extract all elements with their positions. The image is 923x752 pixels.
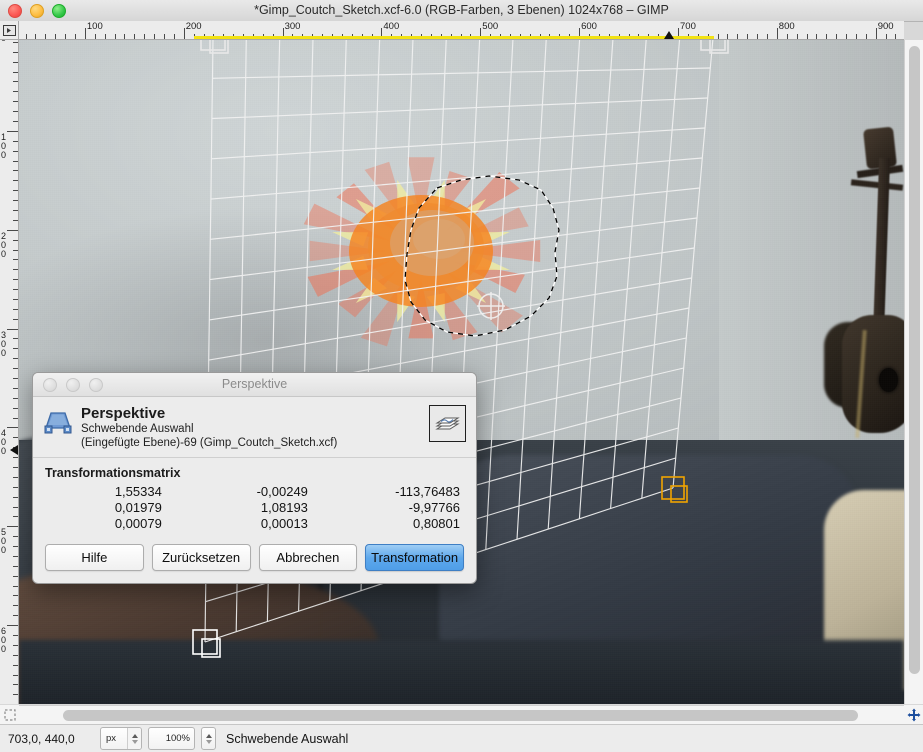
- window-controls: [8, 0, 66, 21]
- vertical-ruler[interactable]: 0100200300400500600: [0, 40, 19, 704]
- zoom-button[interactable]: [52, 3, 66, 18]
- dialog-close-button[interactable]: [43, 377, 57, 392]
- matrix-cell: 0,00079: [114, 516, 162, 531]
- close-button[interactable]: [8, 3, 22, 18]
- perspective-dialog[interactable]: Perspektive Perspektive Schwebende Auswa…: [32, 372, 477, 584]
- matrix-cell: 1,08193: [260, 500, 308, 515]
- image-canvas[interactable]: Perspektive Perspektive Schwebende Auswa…: [19, 40, 904, 704]
- ruler-menu-icon[interactable]: [0, 21, 19, 40]
- dialog-zoom-button[interactable]: [89, 377, 103, 392]
- matrix-cell: 0,80801: [413, 516, 460, 531]
- status-message: Schwebende Auswahl: [226, 731, 349, 746]
- vertical-scrollbar[interactable]: [904, 40, 923, 704]
- gimp-window: *Gimp_Coutch_Sketch.xcf-6.0 (RGB-Farben,…: [0, 0, 923, 752]
- matrix-cell: -113,76483: [395, 484, 460, 499]
- sun-sketch-layer: [303, 155, 541, 355]
- matrix-cell: -9,97766: [408, 500, 460, 515]
- horizontal-scrollbar[interactable]: [19, 705, 904, 724]
- matrix-label: Transformationsmatrix: [45, 466, 181, 480]
- unit-stepper-arrows[interactable]: [127, 728, 141, 749]
- help-button[interactable]: Hilfe: [45, 544, 144, 571]
- dialog-window-controls: [43, 377, 103, 392]
- dialog-heading: Perspektive: [81, 405, 166, 422]
- minimize-button[interactable]: [30, 3, 44, 18]
- horizontal-ruler[interactable]: 100 200 300 400 500 600 700 800 900: [19, 21, 904, 40]
- unit-value: px: [106, 733, 117, 744]
- quickmask-toggle-icon[interactable]: [0, 705, 19, 724]
- transformation-matrix: 1,55334 -0,00249 -113,76483 0,01979 1,08…: [45, 484, 464, 532]
- matrix-cell: 1,55334: [114, 484, 162, 499]
- navigate-corner-icon[interactable]: [904, 705, 923, 724]
- vertical-scrollbar-thumb[interactable]: [909, 46, 920, 674]
- dialog-header-text: Perspektive Schwebende Auswahl (Eingefüg…: [81, 405, 423, 450]
- dialog-body: Transformationsmatrix 1,55334 -0,00249 -…: [33, 458, 476, 536]
- pointer-position: 703,0, 440,0: [8, 731, 75, 746]
- cancel-button[interactable]: Abbrechen: [258, 544, 358, 571]
- matrix-row: 0,00079 0,00013 0,80801: [45, 516, 464, 532]
- window-titlebar: *Gimp_Coutch_Sketch.xcf-6.0 (RGB-Farben,…: [0, 0, 923, 22]
- matrix-cell: 0,01979: [114, 500, 162, 515]
- unit-selector[interactable]: px: [100, 727, 142, 750]
- status-bar: 703,0, 440,0 px 100% Schwebende Auswahl: [0, 724, 923, 752]
- window-title: *Gimp_Coutch_Sketch.xcf-6.0 (RGB-Farben,…: [254, 3, 669, 17]
- zoom-value: 100%: [165, 733, 190, 744]
- layers-stack-icon[interactable]: [429, 405, 466, 442]
- zoom-stepper-arrows[interactable]: [201, 727, 216, 750]
- dialog-titlebar: Perspektive: [33, 373, 476, 397]
- matrix-row: 1,55334 -0,00249 -113,76483: [45, 484, 464, 500]
- matrix-cell: 0,00013: [260, 516, 308, 531]
- matrix-row: 0,01979 1,08193 -9,97766: [45, 500, 464, 516]
- dialog-layer-info: (Eingefügte Ebene)-69 (Gimp_Coutch_Sketc…: [81, 437, 338, 449]
- dialog-header: Perspektive Schwebende Auswahl (Eingefüg…: [33, 397, 476, 458]
- reset-button[interactable]: Zurücksetzen: [151, 544, 251, 571]
- zoom-input[interactable]: 100%: [148, 727, 195, 750]
- matrix-cell: -0,00249: [256, 484, 308, 499]
- dialog-subtitle: Schwebende Auswahl: [81, 423, 194, 435]
- horizontal-scrollbar-thumb[interactable]: [63, 710, 858, 721]
- transform-button[interactable]: Transformation: [365, 544, 464, 571]
- dialog-buttons: Hilfe Zurücksetzen Abbrechen Transformat…: [33, 536, 476, 583]
- perspective-tool-icon: [43, 407, 73, 437]
- dialog-minimize-button[interactable]: [66, 377, 80, 392]
